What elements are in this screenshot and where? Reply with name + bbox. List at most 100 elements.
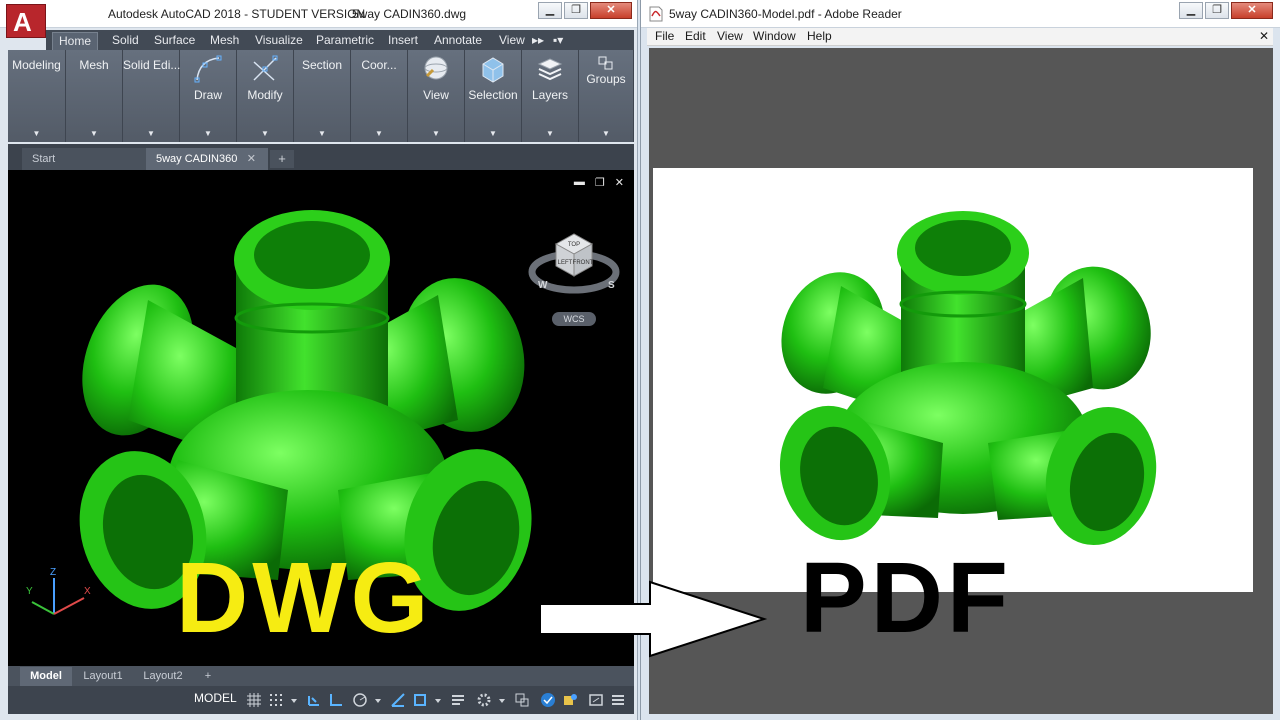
chevron-down-icon[interactable] <box>370 692 386 708</box>
selection-filter-icon[interactable] <box>514 692 530 708</box>
chevron-down-icon[interactable] <box>430 692 446 708</box>
layout-tab-bar: Model Layout1 Layout2 + <box>8 666 634 686</box>
tab-mesh[interactable]: Mesh <box>210 32 239 50</box>
pdf-part-image <box>779 211 1157 546</box>
isodraft-icon[interactable] <box>390 692 406 708</box>
viewcube[interactable]: TOP LEFT FRONT W S <box>528 222 620 302</box>
file-tab-label: Start <box>32 153 56 165</box>
autocad-logo-letter: A <box>13 7 32 37</box>
tab-parametric[interactable]: Parametric <box>316 32 374 50</box>
panel-label-groups: Groups <box>586 72 626 86</box>
file-tab-label: 5way CADIN360 <box>156 153 238 165</box>
customization-menu-icon[interactable] <box>610 692 626 708</box>
close-button[interactable]: ✕ <box>1231 2 1273 19</box>
reader-title: 5way CADIN360-Model.pdf - Adobe Reader <box>669 7 902 21</box>
panel-draw[interactable]: Draw ▼ <box>180 50 237 142</box>
right-arrow-icon <box>539 580 768 658</box>
close-icon[interactable]: ✕ <box>247 148 256 170</box>
menu-view[interactable]: View <box>717 29 743 43</box>
panel-label-draw: Draw <box>193 88 222 102</box>
hardware-acceleration-icon[interactable] <box>540 692 556 708</box>
panel-modify[interactable]: Modify ▼ <box>237 50 294 142</box>
panel-label-modeling: Modeling <box>12 58 61 72</box>
chevron-down-icon[interactable] <box>494 692 510 708</box>
minimize-button[interactable]: ▁ <box>1179 2 1203 19</box>
add-layout-button[interactable]: + <box>198 667 218 686</box>
modify-move-icon <box>253 55 278 81</box>
fullscreen-icon[interactable] <box>588 692 604 708</box>
panel-mesh[interactable]: Mesh ▼ <box>66 50 123 142</box>
panel-coordinates[interactable]: Coor... ▼ <box>351 50 408 142</box>
close-document-icon[interactable]: ✕ <box>1259 29 1269 43</box>
close-button[interactable]: ✕ <box>590 2 632 19</box>
screen: Autodesk AutoCAD 2018 - STUDENT VERSION … <box>0 0 1280 720</box>
polar-tracking-icon[interactable] <box>352 692 368 708</box>
panel-selection[interactable]: Selection ▼ <box>465 50 522 142</box>
tab-layout2[interactable]: Layout2 <box>134 667 192 686</box>
view-sphere-icon <box>424 56 448 80</box>
file-tab-start[interactable]: Start <box>22 148 146 170</box>
ucs-y-label: Y <box>26 586 33 597</box>
chevron-down-icon: ▼ <box>602 129 610 138</box>
panel-view[interactable]: View ▼ <box>408 50 465 142</box>
selection-cube-icon <box>482 57 504 83</box>
chevron-down-icon: ▼ <box>489 129 497 138</box>
autocad-titlebar: Autodesk AutoCAD 2018 - STUDENT VERSION … <box>0 0 637 28</box>
menu-help[interactable]: Help <box>807 29 832 43</box>
panel-label-view: View <box>423 88 449 102</box>
reader-window-controls: ▁ ❐ ✕ <box>1179 2 1273 19</box>
panel-label-selection: Selection <box>468 88 518 102</box>
compass-south-label: S <box>608 280 615 291</box>
tab-visualize[interactable]: Visualize <box>255 32 303 50</box>
tab-model[interactable]: Model <box>20 667 72 686</box>
viewcube-front-label: FRONT <box>573 260 594 266</box>
panel-groups[interactable]: Groups ▼ <box>579 50 634 142</box>
minimize-button[interactable]: ▁ <box>538 2 562 19</box>
groups-icon <box>598 56 613 70</box>
more-tabs-icon[interactable]: ▸▸ <box>532 32 544 50</box>
menu-file[interactable]: File <box>655 29 674 43</box>
autocad-title: Autodesk AutoCAD 2018 - STUDENT VERSION <box>108 7 366 21</box>
dwg-overlay-text: DWG <box>176 542 433 654</box>
infer-constraints-icon[interactable] <box>306 692 322 708</box>
wcs-menu[interactable]: WCS <box>552 312 596 326</box>
panel-label-layers: Layers <box>531 88 569 102</box>
restore-button[interactable]: ❐ <box>564 2 588 19</box>
grid-icon[interactable] <box>246 692 262 708</box>
application-menu-button[interactable]: A ▼ <box>6 4 53 52</box>
panel-label-mesh: Mesh <box>79 58 109 72</box>
ortho-mode-icon[interactable] <box>328 692 344 708</box>
ribbon-options-icon[interactable]: ▪▾ <box>553 32 563 50</box>
file-tab-bar: Start 5way CADIN360 ✕ + <box>8 144 634 170</box>
object-snap-icon[interactable] <box>412 692 428 708</box>
tab-insert[interactable]: Insert <box>388 32 418 50</box>
isolate-objects-icon[interactable] <box>562 692 578 708</box>
panel-solid-editing[interactable]: Solid Edi... ▼ <box>123 50 180 142</box>
snap-mode-icon[interactable] <box>268 692 284 708</box>
panel-layers[interactable]: Layers ▼ <box>522 50 579 142</box>
panel-section[interactable]: Section ▼ <box>294 50 351 142</box>
model-space-button[interactable]: MODEL <box>194 691 237 705</box>
gear-icon[interactable] <box>476 692 492 708</box>
compass-west-label: W <box>538 280 548 291</box>
ucs-icon: Z Y X <box>26 567 91 615</box>
chevron-down-icon[interactable] <box>286 692 302 708</box>
file-tab-drawing[interactable]: 5way CADIN360 ✕ <box>146 148 268 170</box>
tab-surface[interactable]: Surface <box>154 32 195 50</box>
autocad-window-controls: ▁ ❐ ✕ <box>538 2 632 19</box>
tab-annotate[interactable]: Annotate <box>434 32 482 50</box>
ucs-z-label: Z <box>50 567 56 578</box>
wcs-label: WCS <box>563 314 585 324</box>
tab-view[interactable]: View <box>499 32 525 50</box>
new-tab-button[interactable]: + <box>270 150 294 168</box>
chevron-down-icon: ▼ <box>432 129 440 138</box>
menu-window[interactable]: Window <box>753 29 796 43</box>
draw-arc-icon <box>194 55 222 83</box>
panel-modeling[interactable]: Modeling ▼ <box>8 50 66 142</box>
lineweight-icon[interactable] <box>450 692 466 708</box>
restore-button[interactable]: ❐ <box>1205 2 1229 19</box>
tab-solid[interactable]: Solid <box>112 32 139 50</box>
tab-layout1[interactable]: Layout1 <box>74 667 132 686</box>
menu-edit[interactable]: Edit <box>685 29 706 43</box>
tab-home[interactable]: Home <box>52 32 99 50</box>
